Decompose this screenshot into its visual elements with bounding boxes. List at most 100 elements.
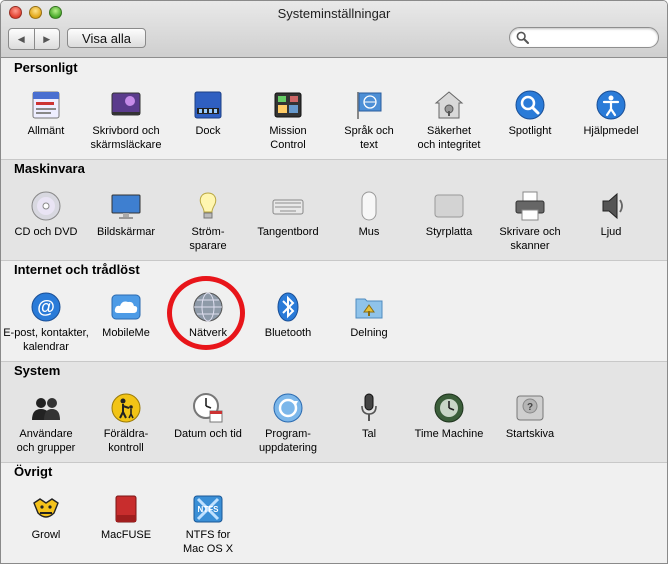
search-icon [516, 31, 529, 44]
search-field[interactable] [509, 27, 659, 48]
pane-label: Mission Control [269, 125, 307, 151]
sharing-folder-icon [353, 291, 385, 323]
system-preferences-window: Systeminställningar ◀ ▶ Visa alla Person… [0, 0, 668, 564]
users-icon [30, 392, 62, 424]
microphone-icon [353, 392, 385, 424]
trackpad-icon [433, 190, 465, 222]
pane-label: Språk och text [344, 125, 394, 151]
show-all-button[interactable]: Visa alla [67, 28, 146, 48]
pane-desktop[interactable]: Skrivbord och skärmsläckare [83, 89, 169, 152]
svg-text:NTFS: NTFS [198, 505, 220, 514]
back-button[interactable]: ◀ [9, 29, 34, 49]
pane-software-update[interactable]: Program- uppdatering [245, 392, 331, 455]
language-flag-icon [353, 89, 385, 121]
pane-cd-dvd[interactable]: CD och DVD [3, 190, 89, 239]
macfuse-icon [110, 493, 142, 525]
pane-bluetooth[interactable]: Bluetooth [245, 291, 331, 340]
pane-macfuse[interactable]: MacFUSE [83, 493, 169, 542]
divider [1, 260, 667, 261]
pane-users[interactable]: Användare och grupper [3, 392, 89, 455]
section-title: System [14, 363, 61, 378]
window-title: Systeminställningar [277, 6, 391, 21]
speaker-icon [595, 190, 627, 222]
pane-keyboard[interactable]: Tangentbord [245, 190, 331, 239]
pane-label: Ljud [600, 226, 622, 238]
section-title: Internet och trådlöst [14, 262, 140, 277]
pane-label: Allmänt [27, 125, 65, 137]
pane-label: Tal [361, 428, 377, 440]
pane-label: Program- uppdatering [258, 428, 318, 454]
pane-startup-disk[interactable]: ? Startskiva [487, 392, 573, 441]
pane-label: NTFS for Mac OS X [182, 529, 234, 555]
dock-icon [192, 89, 224, 121]
pane-mission-control[interactable]: Mission Control [245, 89, 331, 152]
pane-label: Bildskärmar [96, 226, 156, 238]
pane-sound[interactable]: Ljud [568, 190, 654, 239]
software-update-icon [272, 392, 304, 424]
cd-icon [30, 190, 62, 222]
pane-ntfs[interactable]: NTFS NTFS for Mac OS X [165, 493, 251, 556]
accessibility-icon [595, 89, 627, 121]
security-house-icon [433, 89, 465, 121]
section-title: Övrigt [14, 464, 53, 479]
pane-label: Skrivare och skanner [499, 226, 561, 252]
mission-control-icon [272, 89, 304, 121]
clock-icon [192, 392, 224, 424]
pane-label: Föräldra- kontroll [103, 428, 149, 454]
pane-speech[interactable]: Tal [326, 392, 412, 441]
pane-label: Bluetooth [264, 327, 312, 339]
pane-security[interactable]: Säkerhet och integritet [406, 89, 492, 152]
pane-spotlight[interactable]: Spotlight [487, 89, 573, 138]
pane-language[interactable]: Språk och text [326, 89, 412, 152]
mouse-icon [353, 190, 385, 222]
pane-dock[interactable]: Dock [165, 89, 251, 138]
at-icon: @ [30, 291, 62, 323]
ntfs-icon: NTFS [192, 493, 224, 525]
section-system: System Användare och grupper Föräldra- k… [1, 361, 667, 462]
pane-label: Styrplatta [425, 226, 473, 238]
pane-date-time[interactable]: Datum och tid [165, 392, 251, 441]
pane-growl[interactable]: Growl [3, 493, 89, 542]
pane-sharing[interactable]: Delning [326, 291, 412, 340]
spotlight-icon [514, 89, 546, 121]
section-title: Maskinvara [14, 161, 85, 176]
cloud-icon [110, 291, 142, 323]
pane-label: Mus [358, 226, 380, 238]
pane-label: Time Machine [414, 428, 484, 440]
pane-energy-saver[interactable]: Ström- sparare [165, 190, 251, 253]
bluetooth-icon [272, 291, 304, 323]
parental-icon [110, 392, 142, 424]
pane-mouse[interactable]: Mus [326, 190, 412, 239]
pane-label: Dock [195, 125, 221, 137]
keyboard-icon [272, 190, 304, 222]
section-personal: Personligt Allmänt Skrivbord och skärmsl… [1, 58, 667, 159]
divider [1, 361, 667, 362]
time-machine-icon [433, 392, 465, 424]
pane-label: Skrivbord och skärmsläckare [90, 125, 162, 151]
section-other: Övrigt Growl MacFUSE NTFS NTFS for Mac O… [1, 462, 667, 563]
pane-label: Startskiva [505, 428, 555, 440]
pane-mail-contacts[interactable]: @ E-post, kontakter, kalendrar [3, 291, 89, 354]
pane-network[interactable]: Nätverk [165, 291, 251, 340]
pane-label: E-post, kontakter, kalendrar [3, 327, 89, 353]
forward-button[interactable]: ▶ [33, 29, 60, 49]
pane-displays[interactable]: Bildskärmar [83, 190, 169, 239]
pane-label: Spotlight [508, 125, 552, 137]
divider [1, 159, 667, 160]
pane-general[interactable]: Allmänt [3, 89, 89, 138]
pane-trackpad[interactable]: Styrplatta [406, 190, 492, 239]
section-hardware: Maskinvara CD och DVD Bildskärmar Ström-… [1, 159, 667, 260]
pane-time-machine[interactable]: Time Machine [406, 392, 492, 441]
pane-parental[interactable]: Föräldra- kontroll [83, 392, 169, 455]
pane-label: Nätverk [189, 327, 227, 339]
pane-label: MobileMe [102, 327, 150, 339]
pane-printers[interactable]: Skrivare och skanner [487, 190, 573, 253]
desktop-icon [110, 89, 142, 121]
search-input[interactable] [532, 30, 656, 47]
pane-label: Datum och tid [174, 428, 242, 440]
pane-mobileme[interactable]: MobileMe [83, 291, 169, 340]
general-icon [30, 89, 62, 121]
pane-label: Tangentbord [257, 226, 319, 238]
svg-text:@: @ [37, 297, 55, 317]
pane-accessibility[interactable]: Hjälpmedel [568, 89, 654, 138]
